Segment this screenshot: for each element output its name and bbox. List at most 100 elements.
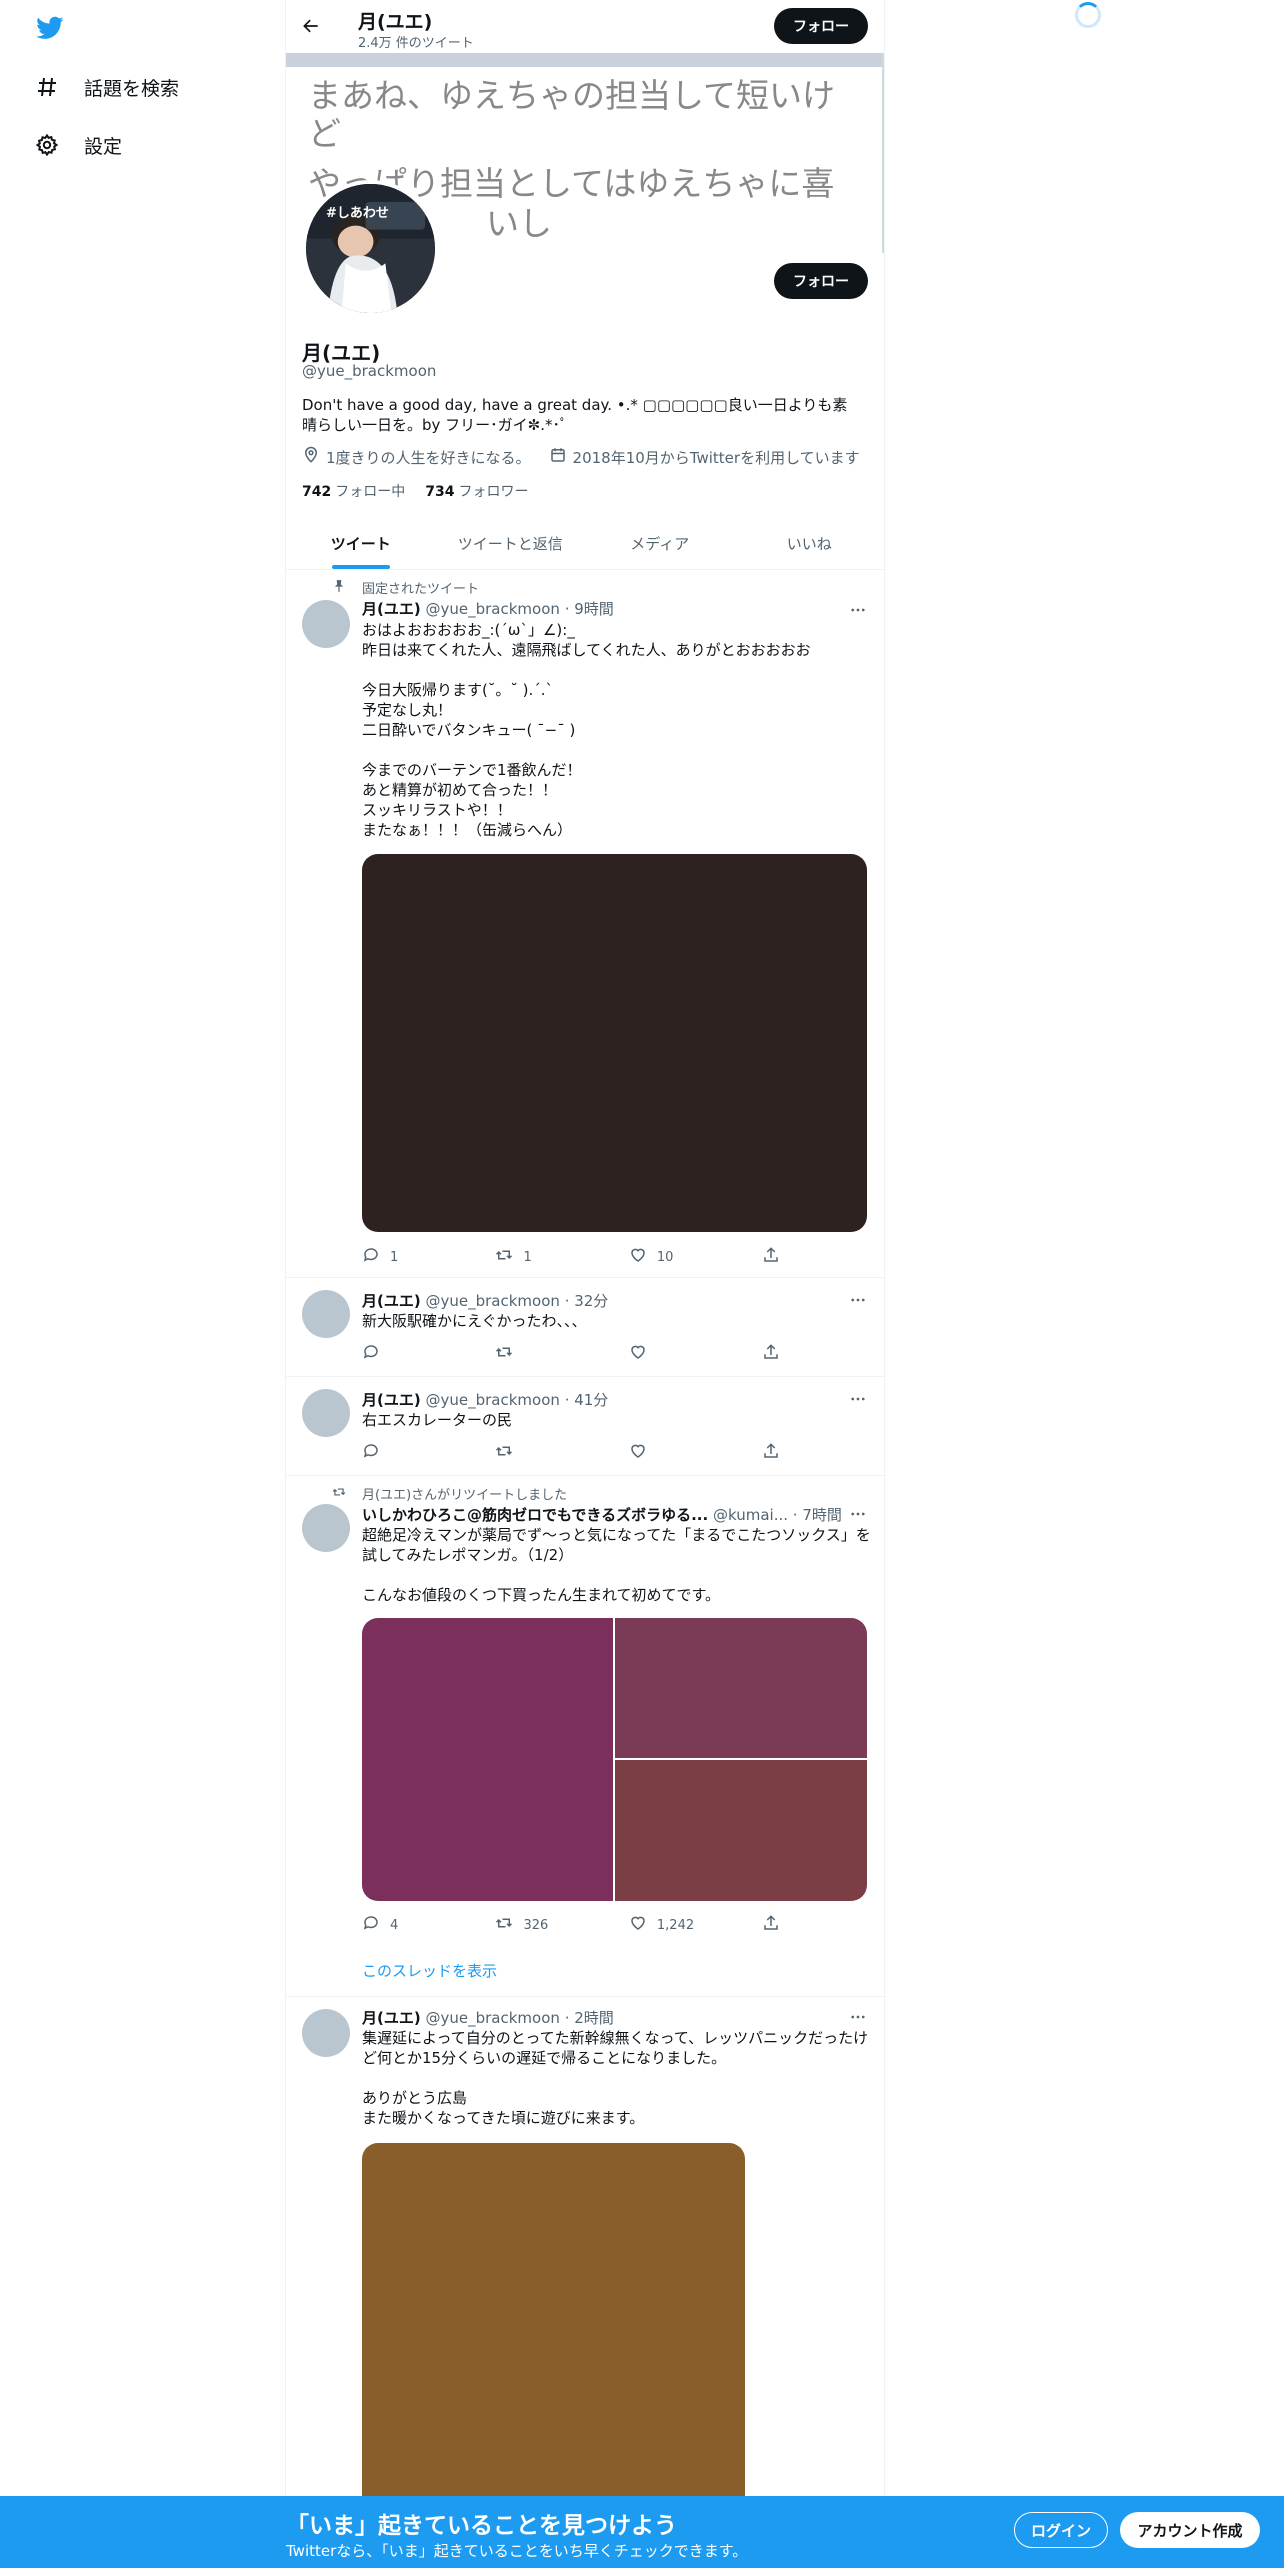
tweet-author-handle[interactable]: @yue_brackmoon bbox=[426, 600, 560, 618]
profile-meta: 1度きりの人生を好きになる。 2018年10月からTwitterを利用しています bbox=[302, 446, 860, 468]
tweet[interactable]: 月(ユエ)さんがリツイートしました いしかわひろこ@筋肉ゼロでもできるズボラゆる… bbox=[286, 1476, 884, 1997]
avatar-caption: #しあわせ bbox=[326, 206, 389, 221]
tweet-actions: 1 1 10 bbox=[362, 1246, 792, 1268]
banner-band bbox=[286, 53, 882, 67]
tab-tweets[interactable]: ツイート bbox=[286, 517, 436, 569]
media-image[interactable] bbox=[615, 1618, 867, 1758]
following-link[interactable]: 742 フォロー中 bbox=[302, 481, 405, 501]
tweet-time[interactable]: · 2時間 bbox=[565, 2009, 614, 2027]
nav-settings[interactable]: 設定 bbox=[34, 125, 122, 165]
tweet-author-name[interactable]: いしかわひろこ@筋肉ゼロでもできるズボラゆる... bbox=[362, 1506, 708, 1524]
back-arrow-icon[interactable] bbox=[296, 11, 326, 41]
signup-button[interactable]: アカウント作成 bbox=[1120, 2512, 1260, 2548]
profile-joined-text: 2018年10月からTwitterを利用しています bbox=[572, 448, 860, 467]
profile-location: 1度きりの人生を好きになる。 bbox=[302, 446, 531, 468]
like-button[interactable]: 1,242 bbox=[629, 1914, 762, 1936]
more-options-icon[interactable] bbox=[848, 1290, 868, 1310]
header-follow-button[interactable]: フォロー bbox=[774, 8, 868, 44]
show-thread-link[interactable]: このスレッドを表示 bbox=[362, 1960, 497, 1981]
more-options-icon[interactable] bbox=[848, 600, 868, 620]
tweet-author-name[interactable]: 月(ユエ) bbox=[362, 1391, 421, 1409]
share-icon bbox=[762, 1246, 780, 1268]
nav-explore-label: 話題を検索 bbox=[84, 77, 180, 100]
nav-explore[interactable]: 話題を検索 bbox=[34, 67, 179, 107]
retweet-button[interactable]: 1 bbox=[495, 1246, 628, 1268]
tab-media[interactable]: メディア bbox=[585, 517, 735, 569]
retweet-button[interactable] bbox=[495, 1442, 628, 1464]
tweet[interactable]: 月(ユエ) @yue_brackmoon · 32分 新大阪駅確かにえぐかったわ… bbox=[286, 1278, 884, 1377]
heart-icon bbox=[629, 1343, 647, 1365]
tab-tweets-and-replies[interactable]: ツイートと返信 bbox=[436, 517, 586, 569]
tweet-author-name[interactable]: 月(ユエ) bbox=[362, 1292, 421, 1310]
tweet-author-name[interactable]: 月(ユエ) bbox=[362, 2009, 421, 2027]
more-options-icon[interactable] bbox=[848, 2007, 868, 2027]
pinned-label: 固定されたツイート bbox=[362, 582, 480, 597]
share-icon bbox=[762, 1442, 780, 1464]
tweet-author-handle[interactable]: @yue_brackmoon bbox=[426, 1391, 560, 1409]
header-tweet-count: 2.4万 件のツイート bbox=[358, 36, 474, 51]
tweet-media-grid bbox=[362, 1618, 867, 1901]
avatar[interactable] bbox=[302, 1290, 350, 1338]
tab-likes[interactable]: いいね bbox=[735, 517, 885, 569]
tweet-author-handle[interactable]: @yue_brackmoon bbox=[426, 2009, 560, 2027]
nav-settings-label: 設定 bbox=[84, 135, 123, 158]
banner-text-line: ど bbox=[308, 114, 341, 153]
reply-icon bbox=[362, 1246, 380, 1268]
header-name: 月(ユエ) bbox=[358, 11, 433, 33]
avatar[interactable] bbox=[302, 600, 350, 648]
like-button[interactable]: 10 bbox=[629, 1246, 762, 1268]
tweet[interactable]: 月(ユエ) @yue_brackmoon · 2時間 集遅延によって自分のとって… bbox=[286, 1997, 884, 2568]
like-count: 10 bbox=[656, 1249, 674, 1265]
twitter-logo-icon[interactable] bbox=[34, 14, 66, 42]
tweet-time[interactable]: · 9時間 bbox=[565, 600, 614, 618]
profile-avatar[interactable]: #しあわせ bbox=[302, 180, 439, 317]
reply-button[interactable] bbox=[362, 1343, 495, 1365]
more-options-icon[interactable] bbox=[848, 1389, 868, 1409]
banner-text-line: いし bbox=[486, 204, 552, 243]
reply-button[interactable]: 1 bbox=[362, 1246, 495, 1268]
share-button[interactable] bbox=[762, 1343, 792, 1365]
avatar[interactable] bbox=[302, 1504, 350, 1552]
following-count: 742 bbox=[302, 484, 332, 500]
media-image[interactable] bbox=[615, 1760, 867, 1901]
like-button[interactable] bbox=[629, 1442, 762, 1464]
share-button[interactable] bbox=[762, 1246, 792, 1268]
share-icon bbox=[762, 1343, 780, 1365]
retweet-button[interactable]: 326 bbox=[495, 1914, 628, 1936]
like-button[interactable] bbox=[629, 1343, 762, 1365]
gear-icon bbox=[34, 132, 60, 158]
calendar-icon bbox=[549, 446, 567, 468]
login-button[interactable]: ログイン bbox=[1014, 2512, 1108, 2548]
share-button[interactable] bbox=[762, 1442, 792, 1464]
tweet-text: 新大阪駅確かにえぐかったわ、、、 bbox=[362, 1312, 587, 1330]
tweet-header: 月(ユエ) @yue_brackmoon · 32分 bbox=[362, 1290, 608, 1311]
tweet-author-name[interactable]: 月(ユエ) bbox=[362, 600, 421, 618]
location-pin-icon bbox=[302, 446, 320, 468]
tweet-time[interactable]: · 41分 bbox=[565, 1391, 609, 1409]
followers-label: フォロワー bbox=[458, 484, 529, 500]
media-image[interactable] bbox=[362, 1618, 613, 1901]
profile-follow-button[interactable]: フォロー bbox=[774, 263, 868, 299]
avatar[interactable] bbox=[302, 2009, 350, 2057]
reply-button[interactable]: 4 bbox=[362, 1914, 495, 1936]
signup-banner-subtitle: Twitterなら、「いま」起きていることをいち早くチェックできます。 bbox=[286, 2542, 748, 2560]
more-options-icon[interactable] bbox=[848, 1504, 868, 1524]
tweet-author-handle[interactable]: @kumai... bbox=[713, 1506, 788, 1524]
retweet-label[interactable]: 月(ユエ)さんがリツイートしました bbox=[362, 1484, 567, 1503]
avatar[interactable] bbox=[302, 1389, 350, 1437]
followers-link[interactable]: 734 フォロワー bbox=[425, 481, 528, 501]
tweet-time[interactable]: · 32分 bbox=[565, 1292, 609, 1310]
share-button[interactable] bbox=[762, 1914, 792, 1936]
tweet-media[interactable] bbox=[362, 854, 867, 1232]
retweet-count: 326 bbox=[523, 1917, 549, 1933]
reply-button[interactable] bbox=[362, 1442, 495, 1464]
retweet-button[interactable] bbox=[495, 1343, 628, 1365]
followers-count: 734 bbox=[425, 484, 455, 500]
tweet-author-handle[interactable]: @yue_brackmoon bbox=[426, 1292, 560, 1310]
profile-location-text: 1度きりの人生を好きになる。 bbox=[326, 448, 531, 467]
profile-header-bar: 月(ユエ) 2.4万 件のツイート フォロー bbox=[286, 0, 884, 53]
tweet-time[interactable]: · 7時間 bbox=[793, 1506, 842, 1524]
tweet-text: 右エスカレーターの民 bbox=[362, 1411, 513, 1429]
tweet[interactable]: 月(ユエ) @yue_brackmoon · 41分 右エスカレーターの民 bbox=[286, 1377, 884, 1476]
tweet[interactable]: 固定されたツイート 月(ユエ) @yue_brackmoon · 9時間 おはよ… bbox=[286, 570, 884, 1278]
